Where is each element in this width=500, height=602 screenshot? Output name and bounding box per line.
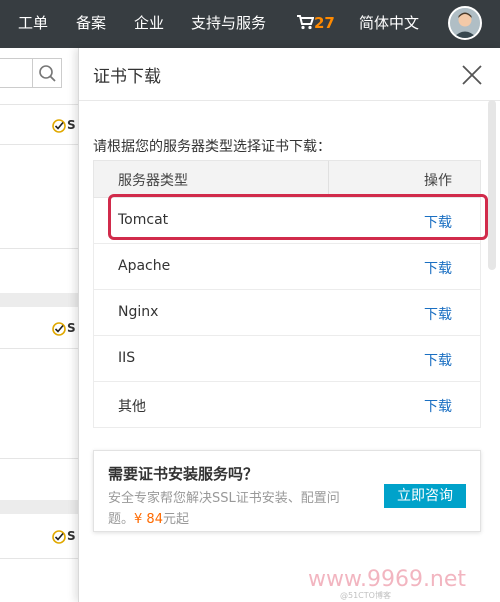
nav-item-tickets[interactable]: 工单 <box>18 0 48 48</box>
watermark-small: @51CTO博客 <box>340 591 391 600</box>
certificate-download-panel: 证书下载 请根据您的服务器类型选择证书下载： 服务器类型 操作 Tomcat 下… <box>78 48 500 602</box>
promo-description: 安全专家帮您解决SSL证书安装、配置问 <box>108 491 340 506</box>
table-row-iis: IIS 下载 <box>93 336 481 382</box>
check-badge-icon <box>52 530 66 544</box>
badge-letter: S <box>67 118 76 132</box>
scrollbar[interactable] <box>488 100 496 270</box>
divider <box>0 248 80 249</box>
table-row-nginx: Nginx 下载 <box>93 290 481 336</box>
cart-count: 27 <box>314 14 335 32</box>
panel-title: 证书下载 <box>93 67 161 87</box>
background-search-button[interactable] <box>32 59 61 87</box>
promo-description-line2: 题。¥ 84元起 <box>108 508 189 527</box>
download-link-iis[interactable]: 下载 <box>424 350 452 370</box>
section-band <box>0 293 80 307</box>
divider <box>0 348 80 349</box>
server-name: 其他 <box>118 399 146 415</box>
promo-text: 元起 <box>162 512 189 527</box>
table-row-tomcat: Tomcat 下载 <box>93 198 481 244</box>
cart-icon <box>297 15 315 30</box>
language-selector[interactable]: 简体中文 <box>359 0 419 48</box>
search-icon <box>39 65 56 82</box>
promo-text: 题。 <box>108 512 135 527</box>
panel-header: 证书下载 <box>79 48 500 101</box>
promo-price: ¥ 84 <box>134 512 163 527</box>
avatar[interactable] <box>448 6 482 40</box>
table-row-other: 其他 下载 <box>93 382 481 428</box>
server-name: Tomcat <box>118 212 169 228</box>
download-link-other[interactable]: 下载 <box>424 396 452 416</box>
download-link-tomcat[interactable]: 下载 <box>424 212 452 232</box>
divider <box>0 558 80 559</box>
check-badge-icon <box>52 119 66 133</box>
column-header-server-type: 服务器类型 <box>118 173 188 189</box>
top-nav-bar: 工单 备案 企业 支持与服务 27 简体中文 <box>0 0 500 48</box>
server-name: IIS <box>118 350 136 366</box>
nav-item-enterprise[interactable]: 企业 <box>134 0 164 48</box>
download-link-nginx[interactable]: 下载 <box>424 304 452 324</box>
divider <box>0 458 80 459</box>
column-separator <box>328 161 329 197</box>
check-badge-icon <box>52 322 66 336</box>
nav-item-support[interactable]: 支持与服务 <box>191 0 266 48</box>
user-avatar-icon <box>450 8 480 38</box>
table-row-apache: Apache 下载 <box>93 244 481 290</box>
background-page: S S S <box>0 48 80 602</box>
badge-letter: S <box>67 529 76 543</box>
close-icon[interactable] <box>461 64 483 86</box>
nav-item-filing[interactable]: 备案 <box>76 0 106 48</box>
server-name: Nginx <box>118 304 159 320</box>
install-service-promo: 需要证书安装服务吗？ 安全专家帮您解决SSL证书安装、配置问 题。¥ 84元起 … <box>93 450 481 532</box>
download-link-apache[interactable]: 下载 <box>424 258 452 278</box>
instruction-text: 请根据您的服务器类型选择证书下载： <box>93 139 331 155</box>
table-header: 服务器类型 操作 <box>93 160 481 198</box>
column-header-action: 操作 <box>424 173 452 189</box>
server-type-table: 服务器类型 操作 Tomcat 下载 Apache 下载 Nginx 下载 II… <box>93 160 481 428</box>
watermark: www.9969.net <box>308 567 467 592</box>
background-search-box[interactable] <box>0 58 62 88</box>
divider <box>0 144 80 145</box>
section-band <box>0 500 80 514</box>
cart-button[interactable]: 27 <box>296 0 335 48</box>
badge-letter: S <box>67 321 76 335</box>
consult-now-button[interactable]: 立即咨询 <box>384 484 466 508</box>
divider <box>0 104 80 105</box>
promo-title: 需要证书安装服务吗？ <box>108 465 259 483</box>
server-name: Apache <box>118 258 171 274</box>
